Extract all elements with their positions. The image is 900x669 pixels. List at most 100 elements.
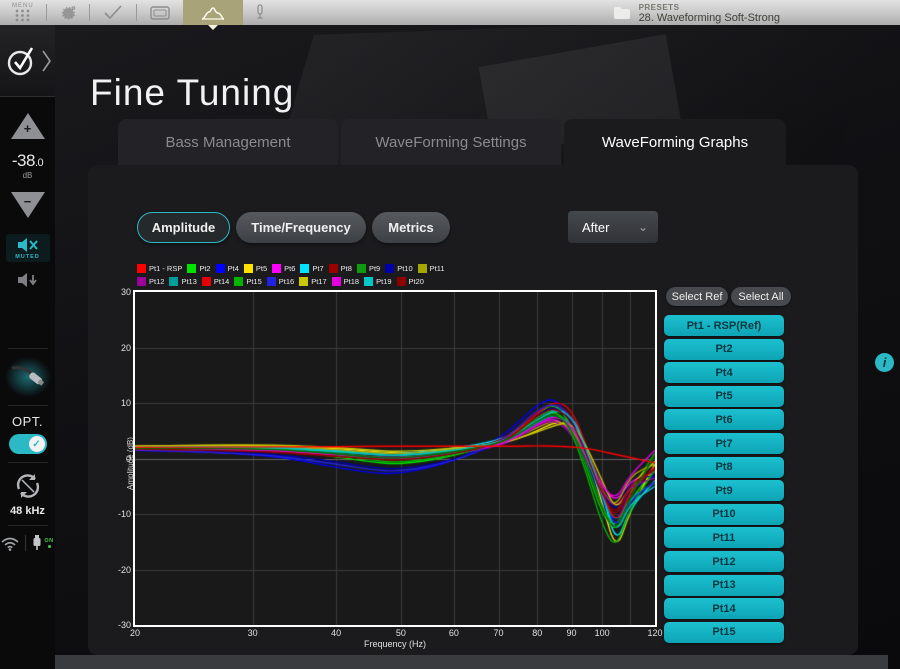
dropdown-value: After [582,219,610,235]
display-icon [149,5,170,20]
legend-swatch [396,277,406,286]
display-button[interactable] [137,0,183,25]
legend-label: Pt15 [246,277,262,286]
info-button[interactable]: i [875,353,894,372]
tab-waveforming-settings[interactable]: WaveForming Settings [341,119,561,166]
dim-volume-button[interactable] [17,272,39,288]
calibration-button[interactable] [90,0,136,25]
x-tick: 70 [493,628,504,638]
legend-label: Pt5 [255,264,268,273]
legend-item: Pt4 [215,263,239,274]
microphone-icon [256,3,264,22]
point-button-pt11[interactable]: Pt11 [664,527,784,549]
x-tick: 30 [247,628,258,638]
point-button-pt8[interactable]: Pt8 [664,456,784,478]
legend-item: Pt5 [243,263,268,274]
app-root: MENU PRESETS 28. Waveforming Soft-Strong… [0,0,900,669]
subtab-time-frequency[interactable]: Time/Frequency [236,212,366,243]
select-all-label: Select All [738,290,784,303]
point-button-pt13[interactable]: Pt13 [664,574,784,596]
legend-label: Pt12 [149,277,165,286]
point-button-pt10[interactable]: Pt10 [664,503,784,525]
point-button-pt5[interactable]: Pt5 [664,385,784,407]
amplitude-plot: 30 20 10 0 -10 -20 -30 20 30 40 50 60 70 80 90 100 120 … [118,287,663,649]
point-button-pt9[interactable]: Pt9 [664,480,784,502]
point-button-pt6[interactable]: Pt6 [664,409,784,431]
legend-label: Pt10 [397,264,413,273]
legend-swatch [300,264,310,273]
wifi-icon[interactable] [1,537,19,551]
legend-item: Pt11 [417,263,445,274]
tab-waveforming-graphs[interactable]: WaveForming Graphs [564,119,786,166]
subtab-amplitude[interactable]: Amplitude [137,212,230,243]
active-tab-notch [207,25,218,30]
legend-item: Pt10 [385,263,413,274]
x-tick: 60 [448,628,459,638]
preset-name: 28. Waveforming Soft-Strong [638,11,780,24]
microphone-button[interactable] [243,0,277,25]
point-button-pt15[interactable]: Pt15 [664,621,784,643]
point-button-pt1-rsp-ref-[interactable]: Pt1 - RSP(Ref) [664,315,784,336]
tab-label: WaveForming Settings [375,134,527,151]
chevron-down-icon: ⌄ [637,220,648,234]
optical-label: OPT. [12,414,43,429]
menu-button[interactable]: MENU [0,0,46,25]
select-all-button[interactable]: Select All [731,287,791,306]
legend-item: Pt16 [266,276,294,287]
point-button-pt7[interactable]: Pt7 [664,433,784,454]
info-icon: i [882,355,887,370]
legend-swatch [356,264,366,273]
point-button-pt4[interactable]: Pt4 [664,362,784,384]
subtab-metrics[interactable]: Metrics [372,212,450,243]
legend-item: Pt19 [364,276,392,287]
legend-swatch [331,277,341,286]
select-ref-button[interactable]: Select Ref [666,287,728,306]
point-button-pt2[interactable]: Pt2 [664,338,784,360]
volume-up-button[interactable]: + [10,113,45,139]
mute-button[interactable]: MUTED [5,234,50,262]
before-after-dropdown[interactable]: After ⌄ [568,211,658,243]
volume-down-button[interactable]: − [10,192,45,218]
subtab-label: Time/Frequency [251,220,351,235]
tab-bass-management[interactable]: Bass Management [118,119,338,166]
legend-item: Pt15 [234,276,262,287]
legend-item: Pt2 [187,263,211,274]
legend-label: Pt17 [311,277,327,286]
legend-swatch [243,264,253,273]
xlr-cable-icon [11,366,44,386]
waveform-curve-icon [201,6,225,20]
subtab-label: Metrics [388,220,434,235]
toggle-check-icon: ✓ [28,436,45,452]
legend-label: Pt2 [199,264,211,273]
legend-swatch [385,264,395,273]
x-tick: 40 [331,628,342,638]
graphs-button-active[interactable] [182,0,243,30]
point-button-pt14[interactable]: Pt14 [664,598,784,620]
subtab-label: Amplitude [151,220,216,235]
main-area: Fine Tuning Bass Management WaveForming … [55,15,900,669]
legend-label: Pt4 [227,264,239,273]
volume-decimal: .0 [34,157,44,169]
legend-item: Pt9 [356,263,380,274]
point-button-pt12[interactable]: Pt12 [664,551,784,572]
legend-item: Pt12 [137,276,164,287]
checkmark-icon [103,5,123,20]
settings-button[interactable] [47,0,89,25]
sync-icon[interactable] [13,471,43,501]
legend-label: Pt6 [284,264,296,273]
legend-item: Pt13 [169,276,197,287]
volume-value: -38 [11,151,36,170]
legend-swatch [328,264,338,273]
legend-item: Pt17 [299,276,327,287]
legend-label: Pt20 [408,277,424,286]
optical-toggle[interactable]: ✓ [8,434,47,454]
brand-logo[interactable] [0,25,55,97]
legend-label: Pt1 - RSP [149,264,183,273]
xlr-input-indicator[interactable] [4,357,51,397]
usb-status[interactable]: ON [32,534,53,551]
legend-swatch [266,277,276,286]
sidebar-mini-separator [25,535,27,551]
y-axis-label: Amplitude (dB) [125,436,135,490]
presets-selector[interactable]: PRESETS 28. Waveforming Soft-Strong [613,0,780,25]
x-tick: 120 [647,628,663,638]
